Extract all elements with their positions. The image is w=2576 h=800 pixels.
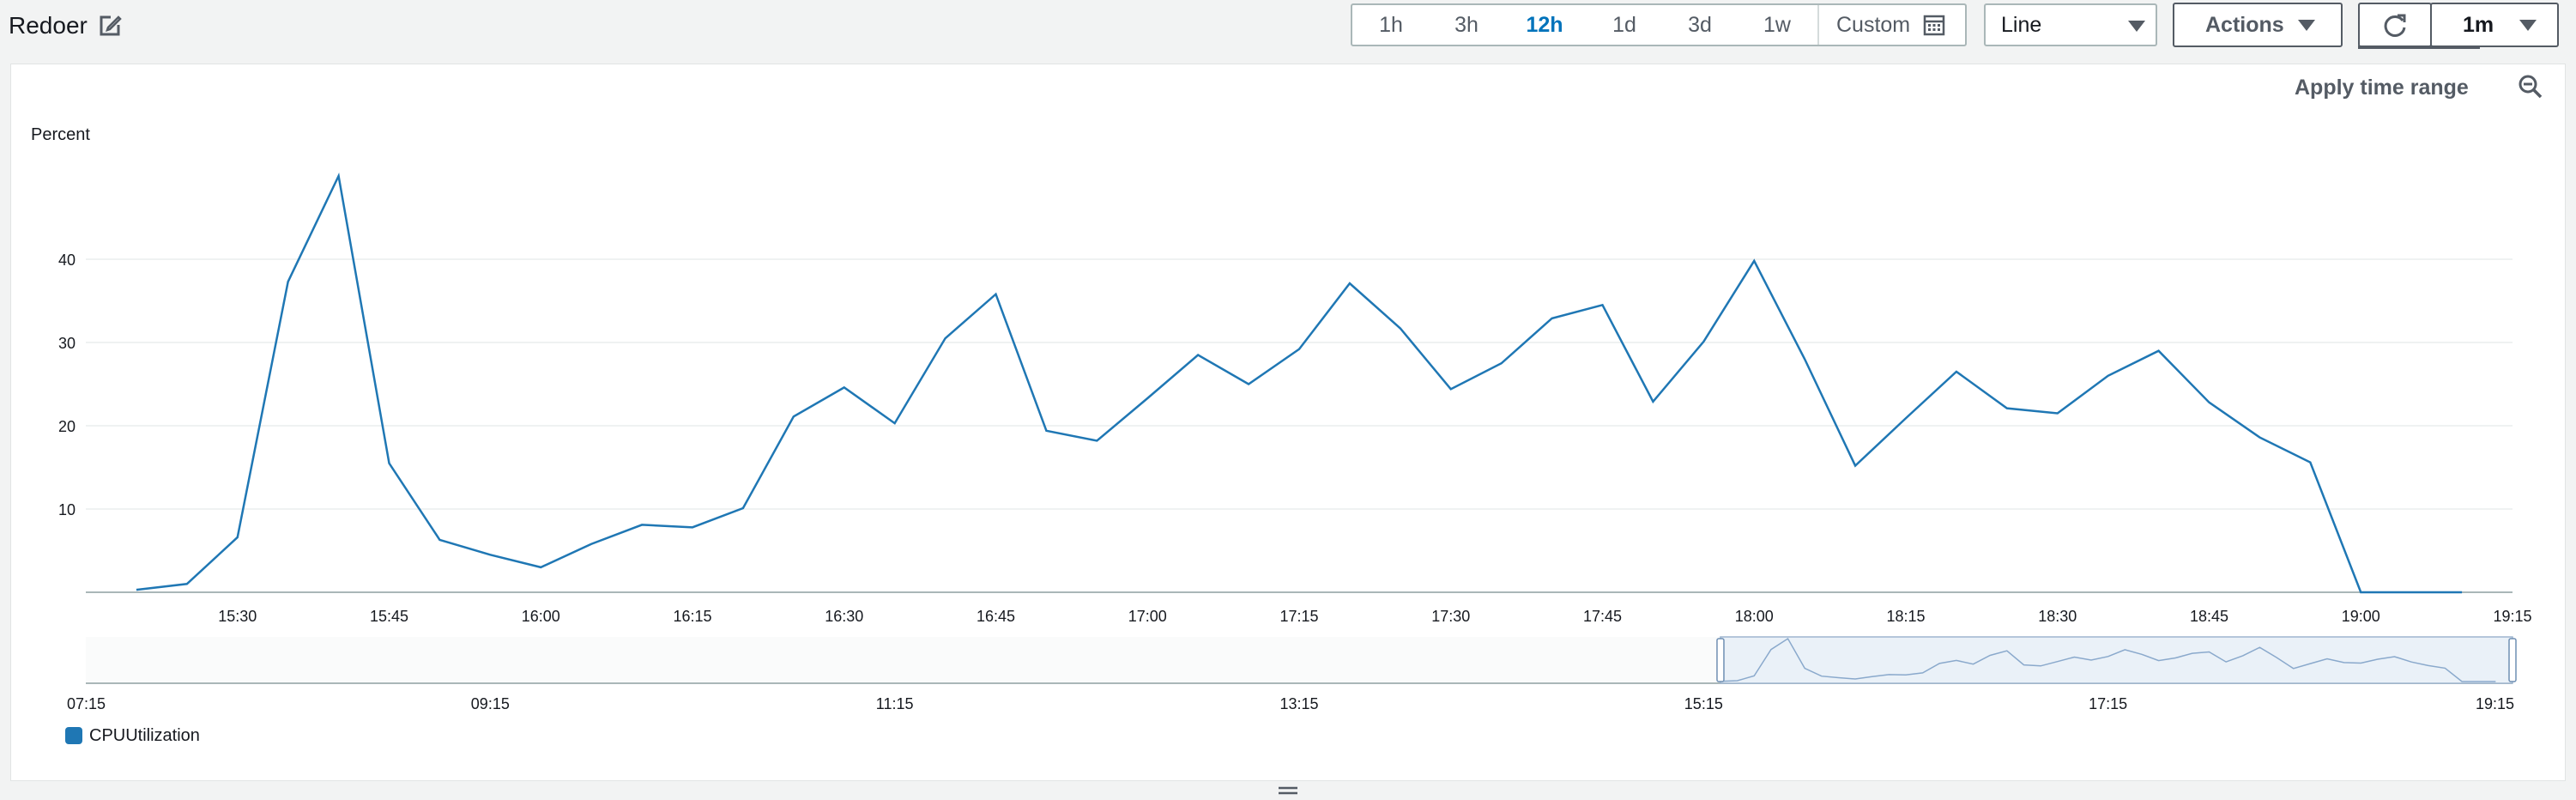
x-tick-label: 17:45 <box>1583 608 1622 625</box>
x-tick-label: 15:30 <box>218 608 257 625</box>
y-tick-label: 10 <box>58 501 76 518</box>
x-tick-label: 19:15 <box>2493 608 2531 625</box>
overview-selection[interactable] <box>1720 636 2513 684</box>
x-tick-label: 16:00 <box>522 608 560 625</box>
x-tick-label: 18:00 <box>1735 608 1774 625</box>
x-tick-label: 17:15 <box>1279 608 1318 625</box>
overview-tick-label: 09:15 <box>471 695 510 712</box>
overview-tick-label: 17:15 <box>2089 695 2127 712</box>
overview-tick-label: 15:15 <box>1684 695 1723 712</box>
legend-swatch[interactable] <box>65 727 82 744</box>
legend-label: CPUUtilization <box>89 725 200 745</box>
x-tick-label: 17:00 <box>1128 608 1167 625</box>
y-tick-label: 30 <box>58 335 76 352</box>
overview-tick-label: 07:15 <box>67 695 106 712</box>
overview-tick-label: 19:15 <box>2476 695 2514 712</box>
line-chart: 10 20 30 40 15:30 15:45 16:00 16:15 16:30 16:45 17… <box>58 172 2532 712</box>
overview-tick-label: 11:15 <box>876 695 914 712</box>
x-tick-label: 15:45 <box>370 608 408 625</box>
legend: CPUUtilization <box>65 724 200 747</box>
series-line-cpuutilization <box>136 172 2463 594</box>
overview-handle-left[interactable] <box>1716 638 1725 682</box>
x-tick-label: 17:30 <box>1431 608 1470 625</box>
x-tick-label: 18:30 <box>2038 608 2077 625</box>
overview-tick-label: 13:15 <box>1279 695 1318 712</box>
resize-handle-icon[interactable] <box>1279 785 1297 797</box>
y-tick-label: 40 <box>58 252 76 269</box>
x-tick-label: 16:15 <box>673 608 711 625</box>
y-tick-label: 20 <box>58 418 76 435</box>
x-tick-label: 16:45 <box>977 608 1015 625</box>
x-tick-label: 18:45 <box>2190 608 2228 625</box>
overview-handle-right[interactable] <box>2508 638 2517 682</box>
x-tick-label: 18:15 <box>1886 608 1925 625</box>
x-tick-label: 16:30 <box>825 608 863 625</box>
x-tick-label: 19:00 <box>2342 608 2380 625</box>
